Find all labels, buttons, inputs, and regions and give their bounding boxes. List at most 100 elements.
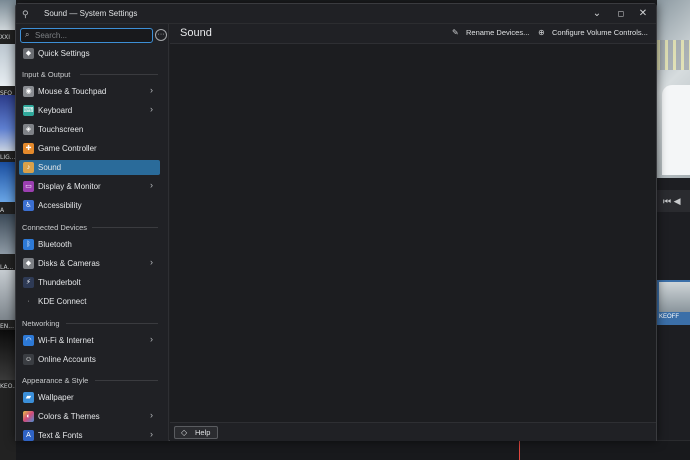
sidebar-item-label: Bluetooth <box>38 240 72 249</box>
background-thumbnail <box>0 44 16 86</box>
background-thumbnail <box>0 270 16 320</box>
settings-app-icon[interactable]: ⚲ <box>22 8 34 20</box>
close-button[interactable]: ✕ <box>635 6 651 22</box>
touchscreen-icon: ◈ <box>23 124 34 135</box>
background-runway <box>657 40 690 70</box>
sidebar-item-game-controller[interactable]: ✚ Game Controller <box>19 141 160 156</box>
mouse-icon: ◉ <box>23 86 34 97</box>
sidebar-item-label: Wallpaper <box>38 393 74 402</box>
kde-connect-icon: · <box>27 298 30 305</box>
sidebar-item-mouse-touchpad[interactable]: ◉ Mouse & Touchpad › <box>19 84 160 99</box>
background-thumbnail <box>0 0 16 30</box>
sidebar-item-label: Wi-Fi & Internet <box>38 336 94 345</box>
accessibility-icon: ♿ <box>23 200 34 211</box>
sidebar-item-online-accounts[interactable]: ☺ Online Accounts <box>19 352 160 367</box>
fonts-icon: A <box>23 430 34 441</box>
background-thumbnail <box>0 162 16 202</box>
sidebar-item-display-monitor[interactable]: ▭ Display & Monitor › <box>19 179 160 194</box>
sidebar-item-label: Game Controller <box>38 144 97 153</box>
online-accounts-icon: ☺ <box>23 354 34 365</box>
sidebar-item-accessibility[interactable]: ♿ Accessibility <box>19 198 160 213</box>
window-title: Sound — System Settings <box>44 9 138 18</box>
configure-icon: ⊕ <box>538 28 545 37</box>
help-button[interactable]: ◇ Help <box>174 426 218 439</box>
title-bar[interactable]: ⚲ Sound — System Settings ⌄ ◻ ✕ <box>16 4 656 24</box>
sidebar-item-label: Colors & Themes <box>38 412 100 421</box>
sidebar-item-label: KDE Connect <box>38 297 87 306</box>
sidebar-item-label: Touchscreen <box>38 125 84 134</box>
sidebar-item-label: Text & Fonts <box>38 431 83 440</box>
maximize-button[interactable]: ◻ <box>613 6 629 22</box>
background-thumbnail <box>0 330 16 380</box>
main-panel: Sound ✎ Rename Devices... ⊕ Configure Volu… <box>170 24 656 441</box>
sidebar-item-colors-themes[interactable]: ◐ Colors & Themes › <box>19 409 160 424</box>
system-settings-window: ⚲ Sound — System Settings ⌄ ◻ ✕ ⌕ ··· ◆ … <box>15 3 657 441</box>
background-timeline <box>16 440 690 460</box>
more-options-button[interactable]: ··· <box>155 29 167 41</box>
background-thumbnail-label: LIG... <box>0 154 16 161</box>
sidebar-item-kde-connect[interactable]: · KDE Connect <box>19 294 160 309</box>
help-label: Help <box>195 428 211 437</box>
section-divider <box>95 380 158 381</box>
search-box[interactable]: ⌕ <box>20 28 153 43</box>
sidebar-item-label: Mouse & Touchpad <box>38 87 107 96</box>
background-clip-label: KEOFF <box>659 314 680 320</box>
wifi-icon: ◠ <box>23 335 34 346</box>
chevron-right-icon: › <box>150 410 153 420</box>
help-icon: ◇ <box>181 428 188 437</box>
background-clip-thumbnail <box>659 282 690 312</box>
background-thumbnail-label: A <box>0 207 5 214</box>
search-icon: ⌕ <box>25 30 30 39</box>
search-input[interactable] <box>35 30 147 41</box>
page-title: Sound <box>180 27 212 39</box>
sound-content-area <box>170 44 656 422</box>
chevron-right-icon: › <box>150 180 153 190</box>
sidebar-item-label: Disks & Cameras <box>38 259 100 268</box>
game-controller-icon: ✚ <box>23 143 34 154</box>
section-header-networking: Networking <box>22 319 60 328</box>
sidebar-item-keyboard[interactable]: ⌨ Keyboard › <box>19 103 160 118</box>
sidebar-item-label: Sound <box>38 163 62 172</box>
chevron-right-icon: › <box>150 257 153 267</box>
sidebar-item-label: Online Accounts <box>38 355 96 364</box>
pencil-icon: ✎ <box>452 28 459 37</box>
thunderbolt-icon: ⚡ <box>23 277 34 288</box>
minimize-button[interactable]: ⌄ <box>589 6 605 22</box>
sidebar-item-text-fonts[interactable]: A Text & Fonts › <box>19 428 160 443</box>
background-playhead <box>519 440 520 460</box>
sidebar-item-wifi-internet[interactable]: ◠ Wi-Fi & Internet › <box>19 333 160 348</box>
rename-devices-label: Rename Devices... <box>466 28 530 37</box>
configure-volume-label: Configure Volume Controls... <box>552 28 648 37</box>
sidebar-item-touchscreen[interactable]: ◈ Touchscreen <box>19 122 160 137</box>
background-thumbnail <box>0 95 16 151</box>
section-divider <box>92 227 158 228</box>
sidebar-item-wallpaper[interactable]: ▰ Wallpaper <box>19 390 160 405</box>
sidebar-item-label: Quick Settings <box>38 49 90 58</box>
disks-icon: ◆ <box>23 258 34 269</box>
configure-volume-controls-button[interactable]: ⊕ Configure Volume Controls... <box>538 28 648 41</box>
background-playback-controls: ⏮ ◀ <box>657 190 690 212</box>
background-airplane <box>662 85 690 175</box>
sound-icon: ♪ <box>23 162 34 173</box>
chevron-right-icon: › <box>150 334 153 344</box>
sidebar-item-label: Keyboard <box>38 106 73 115</box>
sidebar-item-thunderbolt[interactable]: ⚡ Thunderbolt <box>19 275 160 290</box>
section-header-connected-devices: Connected Devices <box>22 223 88 232</box>
colors-icon: ◐ <box>23 411 34 422</box>
sidebar-item-label: Display & Monitor <box>38 182 101 191</box>
rename-devices-button[interactable]: ✎ Rename Devices... <box>452 28 529 41</box>
sidebar-item-quick-settings[interactable]: ◆ Quick Settings <box>19 46 160 61</box>
chevron-right-icon: › <box>150 429 153 439</box>
sidebar: ⌕ ··· ◆ Quick Settings Input & Output ◉ … <box>16 24 169 441</box>
bluetooth-icon: ᛒ <box>23 239 34 250</box>
sidebar-item-disks-cameras[interactable]: ◆ Disks & Cameras › <box>19 256 160 271</box>
keyboard-icon: ⌨ <box>23 105 34 116</box>
sidebar-item-sound[interactable]: ♪ Sound <box>19 160 160 175</box>
quick-settings-icon: ◆ <box>23 48 34 59</box>
wallpaper-icon: ▰ <box>23 392 34 403</box>
section-header-input-output: Input & Output <box>22 70 71 79</box>
sidebar-item-label: Accessibility <box>38 201 82 210</box>
section-divider <box>66 323 158 324</box>
sidebar-item-bluetooth[interactable]: ᛒ Bluetooth <box>19 237 160 252</box>
sidebar-item-label: Thunderbolt <box>38 278 81 287</box>
